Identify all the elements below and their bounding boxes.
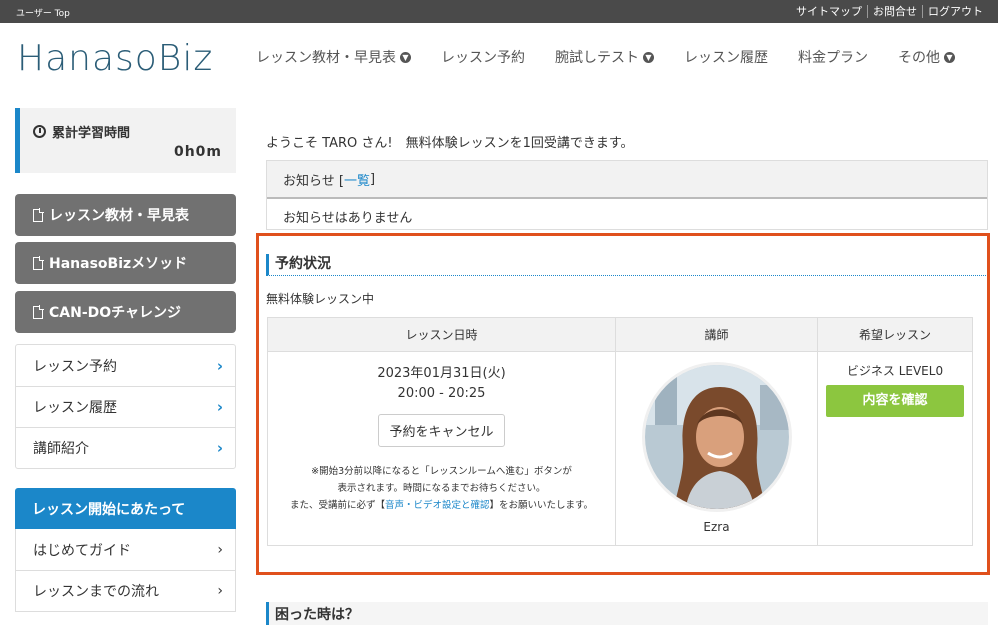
header-lesson: 希望レッスン [817, 317, 973, 352]
table-row: 2023年01月31日(火) 20:00 - 20:25 予約をキャンセル ※開… [267, 351, 973, 546]
reservation-title: 予約状況 [266, 254, 986, 276]
sidebar-item-label: はじめてガイド [33, 542, 131, 559]
button-label: CAN-DOチャレンジ [49, 305, 182, 321]
nav-lesson-history[interactable]: レッスン履歴 [684, 47, 768, 67]
note-line: また、受講前に必ず【音声・ビデオ設定と確認】をお願いいたします。 [268, 497, 615, 514]
lesson-date: 2023年01月31日(火) [377, 366, 506, 381]
lesson-note: ※開始3分前以降になると「レッスンルームへ進む」ボタンが 表示されます。時間にな… [268, 463, 615, 514]
document-icon [33, 255, 44, 270]
document-icon [33, 304, 44, 319]
sidebar-menu: レッスン予約 › レッスン履歴 › 講師紹介 › [15, 344, 236, 469]
sidebar-guide-menu: はじめてガイド › レッスンまでの流れ › [15, 529, 236, 612]
study-time-label: 累計学習時間 [52, 126, 131, 141]
trial-status: 無料体験レッスン中 [266, 292, 375, 306]
chevron-right-icon: › [216, 439, 223, 457]
chevron-down-icon: ▼ [643, 51, 654, 63]
top-links: サイトマップ お問合せ ログアウト [791, 5, 988, 18]
reservation-table: レッスン日時 講師 希望レッスン 2023年01月31日(火) 20:00 - … [267, 317, 973, 546]
notice-heading-text: お知らせ [ [283, 173, 344, 189]
nav-lesson-booking[interactable]: レッスン予約 [441, 47, 525, 67]
sidebar-section-heading: レッスン開始にあたって [15, 488, 236, 529]
sitemap-link[interactable]: サイトマップ [791, 5, 867, 18]
study-time-label-row: 累計学習時間 [33, 122, 130, 141]
button-label: レッスン教材・早見表 [49, 208, 189, 224]
main-nav: レッスン教材・早見表 ▼ レッスン予約 腕試しテスト ▼ レッスン履歴 料金プラン … [256, 47, 985, 67]
notice-panel: お知らせ [一覧] お知らせはありません [266, 160, 988, 230]
chevron-right-icon: › [216, 398, 223, 416]
sidebar-item-label: レッスン予約 [33, 358, 117, 375]
nav-skill-test[interactable]: 腕試しテスト ▼ [555, 47, 654, 67]
site-logo[interactable]: HanasoBiz [17, 38, 213, 79]
teacher-cell: Ezra [615, 351, 818, 546]
table-header-row: レッスン日時 講師 希望レッスン [267, 317, 973, 352]
contact-link[interactable]: お問合せ [867, 5, 922, 18]
breadcrumb[interactable]: ユーザー Top [16, 6, 70, 19]
sidebar-item-first-guide[interactable]: はじめてガイド › [16, 529, 235, 570]
sidebar-materials-button[interactable]: レッスン教材・早見表 [15, 194, 236, 236]
sidebar-item-label: レッスンまでの流れ [33, 584, 159, 600]
note-line: ※開始3分前以降になると「レッスンルームへ進む」ボタンが [311, 466, 572, 477]
notice-heading: お知らせ [一覧] [267, 161, 987, 199]
header-teacher: 講師 [615, 317, 818, 352]
study-time-panel: 累計学習時間 0h0m [15, 108, 236, 173]
nav-label: レッスン予約 [441, 50, 525, 66]
lesson-datetime: 2023年01月31日(火) 20:00 - 20:25 [268, 364, 615, 404]
sidebar-item-lesson-flow[interactable]: レッスンまでの流れ › [16, 570, 235, 611]
nav-pricing[interactable]: 料金プラン [798, 47, 868, 67]
nav-materials[interactable]: レッスン教材・早見表 ▼ [256, 47, 411, 67]
chevron-right-icon: › [217, 541, 223, 558]
lesson-cell: ビジネス LEVEL0 内容を確認 [817, 351, 973, 546]
chevron-down-icon: ▼ [400, 51, 411, 63]
note-line: 表示されます。時間になるまでお待ちください。 [337, 483, 546, 494]
cancel-reservation-button[interactable]: 予約をキャンセル [378, 414, 505, 447]
nav-label: その他 [898, 50, 940, 66]
chevron-down-icon: ▼ [944, 51, 955, 63]
document-icon [33, 207, 44, 222]
note-text: 】をお願いいたします。 [489, 500, 594, 511]
lesson-time: 20:00 - 20:25 [397, 386, 486, 401]
sidebar-item-history[interactable]: レッスン履歴 › [16, 386, 235, 427]
note-text: また、受講前に必ず【 [289, 500, 385, 511]
header-datetime: レッスン日時 [267, 317, 616, 352]
sidebar-method-button[interactable]: HanasoBizメソッド [15, 242, 236, 284]
help-section-title: 困った時は？ [266, 602, 988, 625]
welcome-message: ようこそ TARO さん! 無料体験レッスンを1回受講できます。 [266, 136, 634, 151]
alarm-clock-icon [33, 125, 46, 138]
teacher-photo[interactable] [641, 362, 792, 512]
chevron-right-icon: › [216, 356, 223, 375]
datetime-cell: 2023年01月31日(火) 20:00 - 20:25 予約をキャンセル ※開… [267, 351, 616, 546]
sidebar-item-booking[interactable]: レッスン予約 › [16, 345, 235, 386]
top-bar: ユーザー Top サイトマップ お問合せ ログアウト [0, 0, 998, 23]
av-settings-link[interactable]: 音声・ビデオ設定と確認 [385, 500, 490, 511]
sidebar-item-label: レッスン履歴 [33, 400, 117, 416]
sidebar-item-teachers[interactable]: 講師紹介 › [16, 427, 235, 468]
nav-label: レッスン教材・早見表 [256, 50, 396, 66]
nav-label: レッスン履歴 [684, 50, 768, 66]
chevron-right-icon: › [217, 583, 223, 599]
notice-heading-bracket: ] [369, 171, 376, 187]
confirm-content-button[interactable]: 内容を確認 [826, 385, 964, 417]
nav-label: 料金プラン [798, 50, 868, 66]
notice-body: お知らせはありません [283, 211, 413, 226]
teacher-name: Ezra [703, 520, 730, 534]
nav-label: 腕試しテスト [555, 50, 639, 66]
study-time-value: 0h0m [173, 144, 222, 160]
logout-link[interactable]: ログアウト [922, 5, 988, 18]
sidebar-item-label: 講師紹介 [33, 441, 89, 457]
lesson-name: ビジネス LEVEL0 [846, 364, 944, 378]
nav-other[interactable]: その他 ▼ [898, 47, 955, 67]
teacher-portrait-image [644, 365, 789, 509]
button-label: HanasoBizメソッド [49, 256, 188, 272]
sidebar-cando-button[interactable]: CAN-DOチャレンジ [15, 291, 236, 333]
notice-list-link[interactable]: 一覧 [344, 170, 370, 189]
